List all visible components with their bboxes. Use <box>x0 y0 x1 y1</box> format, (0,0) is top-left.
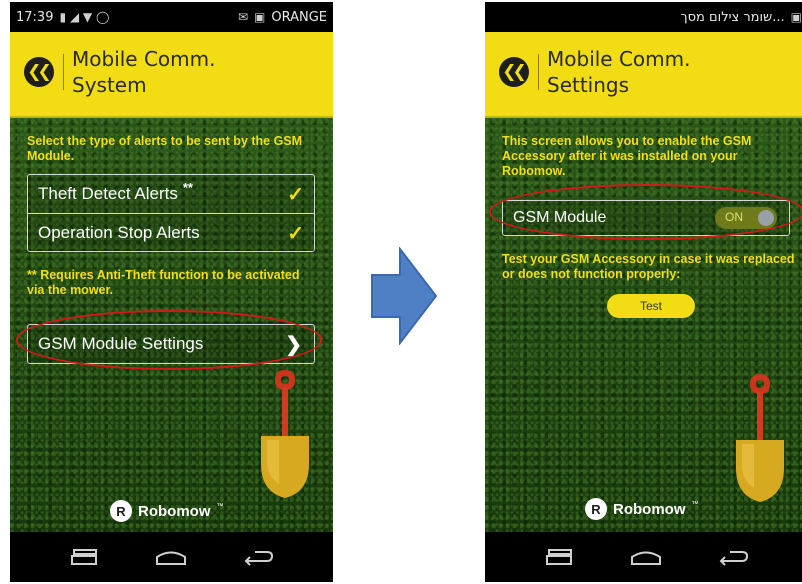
status-bar: ...שומר צילום מסך ▣ <box>485 2 802 32</box>
status-icons: ▮ ◢ ▼ ◯ <box>59 10 110 24</box>
mail-icon: ✉ <box>237 10 248 24</box>
check-icon[interactable]: ✓ <box>287 182 304 207</box>
app-header: ❮❮ Mobile Comm. System <box>10 32 333 118</box>
system-nav-bar <box>10 532 333 582</box>
note-stars: ** <box>27 268 37 282</box>
shovel-icon <box>261 370 309 498</box>
anti-theft-note: ** Requires Anti-Theft function to be ac… <box>27 268 317 298</box>
logo-trademark: ™ <box>216 502 224 510</box>
back-icon[interactable] <box>239 542 279 572</box>
page-title: Mobile Comm. Settings <box>547 46 797 98</box>
home-icon[interactable] <box>626 542 666 572</box>
page-title-line1: Mobile Comm. <box>72 47 216 71</box>
settings-link-label: GSM Module Settings <box>38 334 204 353</box>
alerts-description: Select the type of alerts to be sent by … <box>27 134 303 163</box>
logo-badge: R <box>585 498 607 520</box>
gsm-module-label: GSM Module <box>513 209 607 226</box>
back-icon[interactable] <box>714 542 754 572</box>
arrow-right-icon <box>371 247 438 345</box>
screenshot-icon: ▣ <box>790 10 802 24</box>
option-operation-stop-alerts[interactable]: Operation Stop Alerts ✓ <box>28 213 314 251</box>
note-text: Requires Anti-Theft function to be activ… <box>27 268 300 297</box>
recent-apps-icon[interactable] <box>539 542 579 572</box>
home-icon[interactable] <box>151 542 191 572</box>
shovel-icon <box>736 374 784 502</box>
gsm-module-row[interactable]: GSM Module ON <box>502 200 790 236</box>
requirement-stars: ** <box>182 179 193 195</box>
test-description: Test your GSM Accessory in case it was r… <box>502 252 795 281</box>
option-label: Theft Detect Alerts <box>38 184 178 203</box>
gsm-module-toggle[interactable]: ON <box>715 207 777 229</box>
settings-description: This screen allows you to enable the GSM… <box>502 134 752 178</box>
alert-options-list: Theft Detect Alerts ** ✓ Operation Stop … <box>27 174 315 252</box>
header-divider <box>63 54 64 90</box>
chevron-right-icon: ❯ <box>285 334 302 356</box>
notification-text: ...שומר צילום מסך <box>680 9 785 25</box>
option-label: Operation Stop Alerts <box>38 222 200 242</box>
robomow-logo: R Robomow ™ <box>110 500 224 522</box>
toggle-knob <box>758 210 774 226</box>
logo-badge: R <box>110 500 132 522</box>
app-header: ❮❮ Mobile Comm. Settings <box>485 32 802 118</box>
logo-text: Robomow <box>613 500 686 518</box>
system-nav-bar <box>485 532 802 582</box>
phone-screen-system: 17:39 ▮ ◢ ▼ ◯ ✉ ▣ ORANGE ❮❮ Mobile Comm.… <box>10 2 333 582</box>
status-time: 17:39 <box>16 9 54 25</box>
screenshot-icon: ▣ <box>254 10 266 24</box>
page-title-line1: Mobile Comm. <box>547 47 691 71</box>
content-area: This screen allows you to enable the GSM… <box>485 118 802 532</box>
recent-apps-icon[interactable] <box>64 542 104 572</box>
page-title-line2: System <box>72 73 147 97</box>
logo-trademark: ™ <box>691 500 699 508</box>
phone-screen-settings: ...שומר צילום מסך ▣ ❮❮ Mobile Comm. Sett… <box>485 2 802 582</box>
logo-text: Robomow <box>138 502 211 520</box>
check-icon[interactable]: ✓ <box>287 221 304 246</box>
double-chevron-left-icon[interactable]: ❮❮ <box>499 57 529 87</box>
page-title-line2: Settings <box>547 73 630 97</box>
status-bar: 17:39 ▮ ◢ ▼ ◯ ✉ ▣ ORANGE <box>10 2 333 32</box>
robomow-logo: R Robomow ™ <box>585 498 699 520</box>
gsm-module-settings-button[interactable]: GSM Module Settings ❯ <box>27 324 315 364</box>
toggle-state-label: ON <box>725 210 743 224</box>
carrier-name: ORANGE <box>271 9 327 25</box>
page-title: Mobile Comm. System <box>72 46 322 98</box>
double-chevron-left-icon[interactable]: ❮❮ <box>24 57 54 87</box>
option-theft-detect-alerts[interactable]: Theft Detect Alerts ** ✓ <box>28 175 314 213</box>
test-button[interactable]: Test <box>607 294 695 318</box>
header-divider <box>538 54 539 90</box>
content-area: Select the type of alerts to be sent by … <box>10 118 333 532</box>
